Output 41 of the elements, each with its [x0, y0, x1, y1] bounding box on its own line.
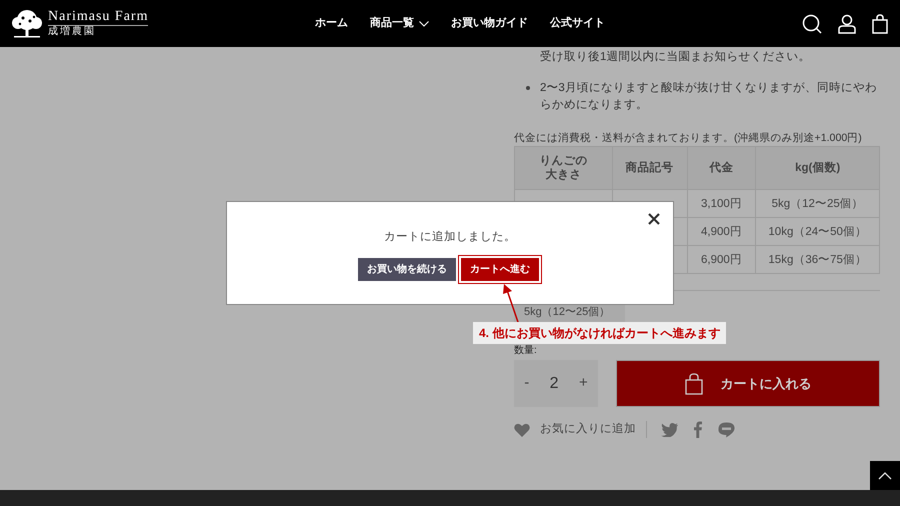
table-cell: 15kg（36〜75個）	[756, 246, 880, 274]
nav-link[interactable]: 公式サイト	[550, 15, 605, 32]
column-header: kg(個数)	[756, 146, 880, 190]
quantity-label: 数量:	[514, 345, 537, 357]
user-icon[interactable]	[838, 14, 856, 34]
table-cell: 10kg（24〜50個）	[756, 218, 880, 246]
continue-shopping-button[interactable]: お買い物を続ける	[358, 258, 456, 282]
back-to-top-button[interactable]	[870, 461, 900, 490]
close-icon[interactable]	[648, 213, 660, 225]
nav-link[interactable]: ホーム	[315, 15, 348, 32]
note-text: 2〜3月頃になりますと酸味が抜け甘くなりますが、同時にやわらかめになります。	[540, 80, 878, 113]
heart-icon[interactable]	[514, 422, 530, 437]
chevron-up-icon	[878, 472, 892, 480]
note-text: 受け取り後1週間以内に当園まお知らせください。	[540, 49, 812, 65]
decrease-button[interactable]: -	[524, 372, 530, 395]
table-cell: 4,900円	[687, 218, 756, 246]
shopping-bag-icon[interactable]	[872, 14, 888, 34]
quantity-value: 2	[550, 374, 559, 394]
table-cell: 5kg（12〜25個）	[756, 190, 880, 218]
increase-button[interactable]: +	[579, 372, 588, 395]
modal-message: カートに追加しました。	[384, 230, 516, 245]
logo-name: Narimasu Farm	[48, 9, 148, 26]
shopping-bag-icon	[684, 372, 702, 394]
table-cell: 6,900円	[687, 246, 756, 274]
price-note: 代金には消費税・送料が含まれております。(沖縄県のみ別途+1.000円)	[514, 131, 862, 146]
column-header: 代金	[687, 146, 756, 190]
nav-link[interactable]: お買い物ガイド	[451, 15, 528, 32]
tree-logo-icon	[10, 8, 44, 38]
nav-link[interactable]: 商品一覧	[370, 15, 429, 32]
column-header: りんごの大きさ	[514, 146, 612, 190]
add-to-favorites-link[interactable]: お気に入りに追加	[540, 421, 647, 438]
proceed-to-cart-button[interactable]: カートへ進む	[458, 255, 542, 284]
table-cell: 3,100円	[687, 190, 756, 218]
logo-subtitle: 成増農園	[48, 26, 97, 38]
bird-icon[interactable]	[661, 422, 678, 437]
add-to-cart-button[interactable]: カートに入れる	[616, 360, 880, 407]
annotation-callout: 4. 他にお買い物がなければカートへ進みます	[473, 322, 726, 344]
search-icon[interactable]	[802, 14, 822, 34]
facebook-icon[interactable]	[694, 421, 702, 438]
chat-bubble-icon[interactable]	[718, 422, 735, 438]
column-header: 商品記号	[612, 146, 688, 190]
